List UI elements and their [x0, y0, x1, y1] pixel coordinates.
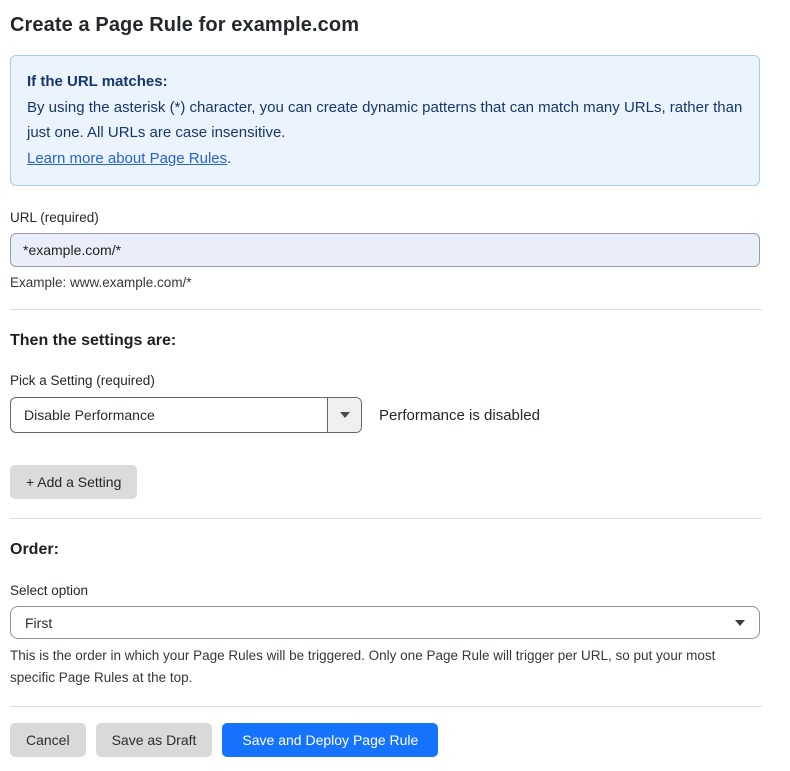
learn-more-link[interactable]: Learn more about Page Rules: [27, 150, 227, 167]
url-field-label: URL (required): [10, 210, 752, 225]
save-and-deploy-button[interactable]: Save and Deploy Page Rule: [222, 723, 438, 757]
cancel-button[interactable]: Cancel: [10, 723, 86, 757]
info-box-body-text: By using the asterisk (*) character, you…: [27, 99, 742, 142]
setting-select-value: Disable Performance: [11, 398, 327, 432]
footer-actions: Cancel Save as Draft Save and Deploy Pag…: [10, 723, 752, 757]
divider: [10, 706, 762, 707]
add-setting-button[interactable]: + Add a Setting: [10, 465, 137, 499]
setting-select-arrow-button[interactable]: [327, 398, 361, 432]
setting-row: Disable Performance Performance is disab…: [10, 397, 752, 433]
setting-picker-label: Pick a Setting (required): [10, 373, 752, 388]
order-select-value: First: [25, 615, 52, 631]
url-example-hint: Example: www.example.com/*: [10, 275, 752, 290]
info-box-body: By using the asterisk (*) character, you…: [27, 95, 743, 172]
order-select[interactable]: First: [10, 606, 760, 639]
info-box-heading: If the URL matches:: [27, 69, 743, 95]
page-title: Create a Page Rule for example.com: [10, 14, 752, 37]
order-section-heading: Order:: [10, 541, 752, 559]
chevron-down-icon: [340, 412, 350, 418]
url-match-info-box: If the URL matches: By using the asteris…: [10, 55, 760, 186]
save-as-draft-button[interactable]: Save as Draft: [96, 723, 213, 757]
url-input[interactable]: [10, 233, 760, 267]
setting-status-text: Performance is disabled: [379, 407, 540, 424]
setting-select[interactable]: Disable Performance: [10, 397, 362, 433]
divider: [10, 309, 762, 310]
order-help-text: This is the order in which your Page Rul…: [10, 645, 758, 690]
chevron-down-icon: [735, 620, 745, 626]
divider: [10, 518, 762, 519]
settings-section-heading: Then the settings are:: [10, 332, 752, 350]
order-select-label: Select option: [10, 583, 752, 598]
link-period: .: [227, 150, 231, 167]
page-rule-form: Create a Page Rule for example.com If th…: [0, 0, 752, 757]
